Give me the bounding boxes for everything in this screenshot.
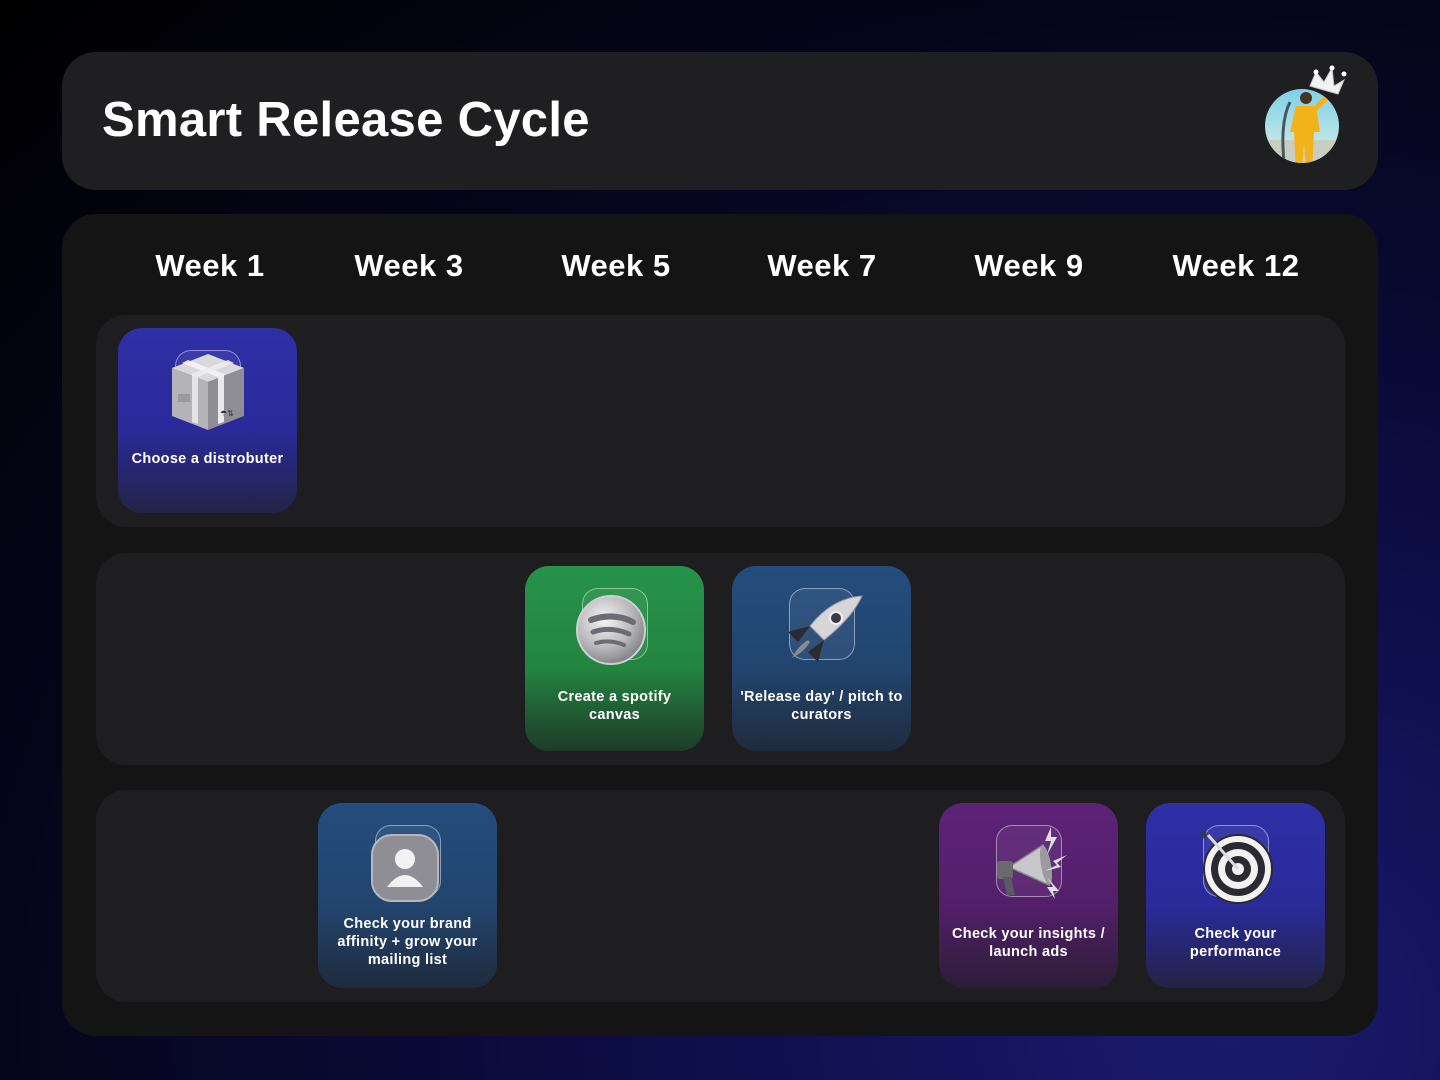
card-brand-affinity[interactable]: Check your brand affinity + grow your ma… (318, 803, 497, 988)
week-header-1: Week 1 (155, 248, 265, 283)
rocket-icon (787, 595, 863, 662)
page-title: Smart Release Cycle (102, 93, 590, 147)
card-label: Check your performance (1189, 926, 1282, 960)
card-label: Create a spotify canvas (557, 689, 672, 723)
timeline-lane-1: ☂⇅ Choose a distrobuter (96, 315, 1345, 527)
avatar-icon (1265, 65, 1347, 163)
card-label: Choose a distrobuter (131, 451, 284, 467)
week-header-5: Week 5 (561, 248, 671, 283)
card-choose-distributor[interactable]: ☂⇅ Choose a distrobuter (118, 328, 297, 513)
target-icon (1199, 831, 1273, 904)
card-label: Check your insights / launch ads (952, 926, 1105, 960)
card-insights-ads[interactable]: Check your insights / launch ads (939, 803, 1118, 988)
timeline-board: Week 1 Week 3 Week 5 Week 7 Week 9 Week … (62, 214, 1378, 1036)
week-header-7: Week 7 (767, 248, 877, 283)
card-spotify-canvas[interactable]: Create a spotify canvas (525, 566, 704, 751)
week-header-12: Week 12 (1172, 248, 1300, 283)
profile-avatar[interactable] (1260, 62, 1350, 172)
card-performance[interactable]: Check your performance (1146, 803, 1325, 988)
megaphone-icon (996, 827, 1067, 899)
week-header-9: Week 9 (974, 248, 1084, 283)
user-profile-icon (370, 834, 439, 902)
package-box-icon: ☂⇅ (171, 354, 244, 430)
header-bar: Smart Release Cycle (62, 52, 1378, 190)
card-release-day[interactable]: 'Release day' / pitch to curators (732, 566, 911, 751)
spotify-icon (575, 595, 646, 665)
svg-text:☂⇅: ☂⇅ (220, 409, 234, 418)
timeline-lane-2: Create a spotify canvas 'Release day' / … (96, 553, 1345, 765)
timeline-lane-3: Check your brand affinity + grow your ma… (96, 790, 1345, 1002)
week-header-3: Week 3 (354, 248, 464, 283)
card-label: Check your brand affinity + grow your ma… (337, 916, 478, 968)
card-label: 'Release day' / pitch to curators (740, 689, 903, 723)
